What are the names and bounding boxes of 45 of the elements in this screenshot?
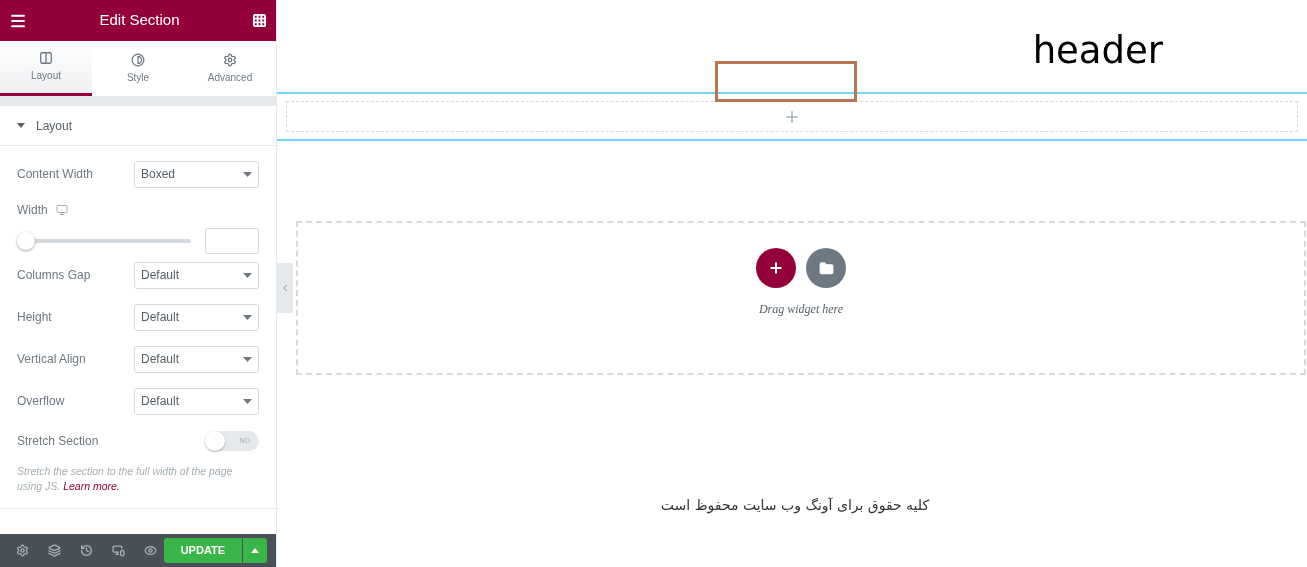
template-library-button[interactable]	[806, 248, 846, 288]
history-icon[interactable]	[79, 544, 93, 557]
update-options-button[interactable]	[242, 538, 267, 563]
slider-track[interactable]	[17, 232, 191, 250]
caret-icon	[243, 272, 252, 278]
control-label: Overflow	[17, 393, 65, 410]
select-field[interactable]: Default	[134, 303, 259, 331]
copyright-text: کلیه حقوق برای آونگ وب سایت محفوظ است	[660, 496, 930, 516]
select-field[interactable]: Default	[134, 387, 259, 415]
slider-thumb[interactable]	[17, 232, 35, 250]
devices-icon[interactable]	[111, 544, 125, 557]
help-text: Stretch the section to the full width of the page using JS. Learn more.	[17, 464, 234, 494]
caret-icon	[17, 123, 25, 128]
desktop-icon	[55, 204, 68, 216]
contrast-icon	[131, 52, 145, 67]
columns-icon	[39, 51, 53, 65]
caret-up-icon	[250, 548, 259, 553]
select-field[interactable]: Boxed	[134, 160, 259, 188]
section-header[interactable]: Layout	[0, 106, 276, 146]
folder-icon	[818, 260, 834, 276]
control-label: Content Width	[17, 166, 94, 183]
add-section-button[interactable]	[756, 248, 796, 288]
select-field[interactable]: Default	[134, 345, 259, 373]
header-heading: header	[1032, 28, 1163, 75]
control-label: Height	[17, 309, 52, 326]
width-input[interactable]	[205, 228, 259, 254]
panel-title: Edit Section	[99, 10, 180, 31]
gear-icon	[223, 52, 237, 67]
learn-more-link[interactable]: Learn more.	[63, 480, 120, 492]
caret-icon	[243, 314, 252, 320]
apps-grid-icon[interactable]	[252, 13, 267, 28]
control-label: Columns Gap	[17, 267, 91, 284]
caret-icon	[243, 356, 252, 362]
select-field[interactable]: Default	[134, 261, 259, 289]
plus-icon	[768, 260, 784, 276]
caret-icon	[243, 171, 252, 177]
drop-zone-hint: Drag widget here	[758, 301, 844, 318]
layers-icon[interactable]	[47, 544, 61, 557]
caret-icon	[243, 398, 252, 404]
control-label: Width	[17, 202, 48, 219]
control-label: Stretch Section	[17, 433, 99, 450]
collapse-panel-handle[interactable]	[277, 263, 293, 313]
settings-icon[interactable]	[15, 544, 29, 557]
control-label: Vertical Align	[17, 351, 86, 368]
preview-icon[interactable]	[143, 544, 157, 557]
